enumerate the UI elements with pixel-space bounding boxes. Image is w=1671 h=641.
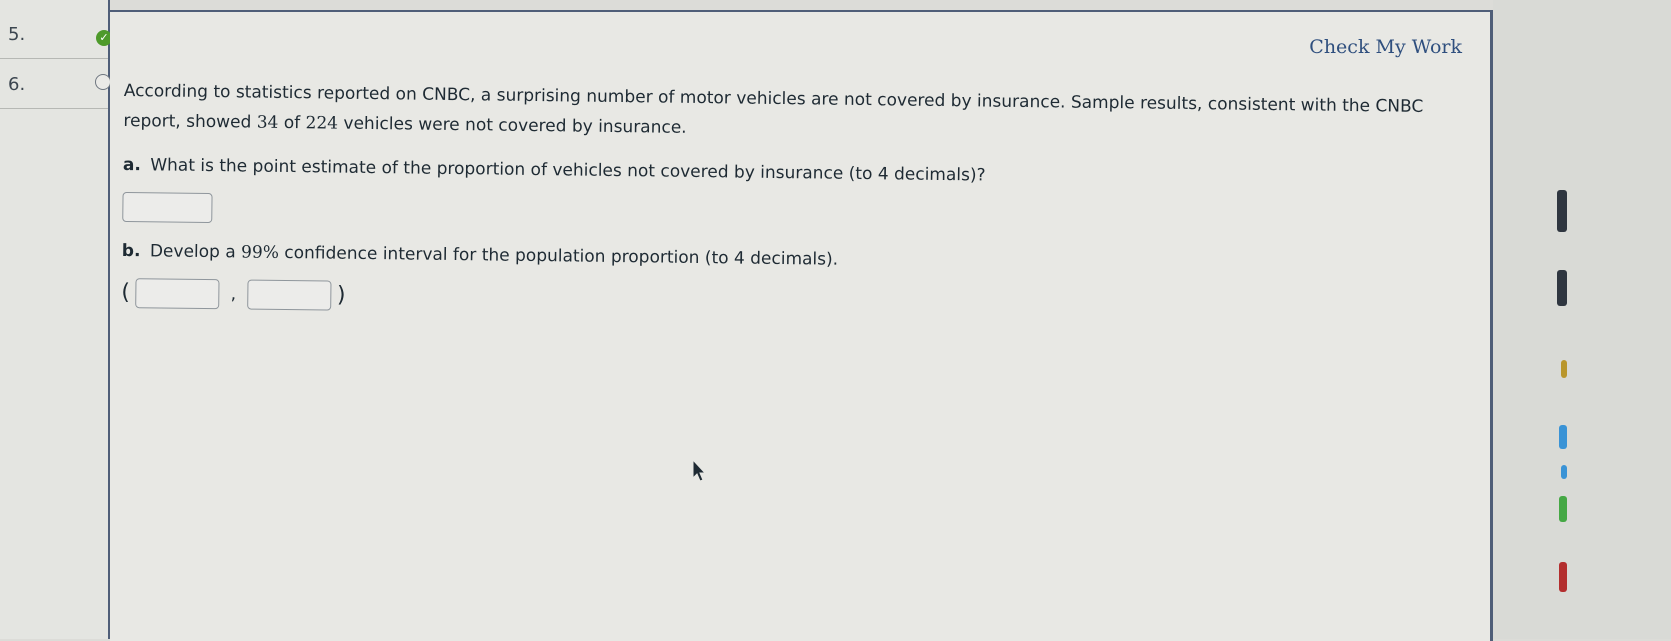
lower-bound-input[interactable] [135, 278, 220, 310]
question-intro: According to statistics reported on CNBC… [123, 80, 1424, 138]
edge-element [1561, 360, 1567, 378]
part-b-text-post: confidence interval for the population p… [278, 242, 839, 270]
question-body: According to statistics reported on CNBC… [121, 76, 1474, 324]
edge-element [1559, 425, 1567, 449]
screen-edge [1493, 0, 1671, 639]
confidence-interval-row: ( , ) [121, 278, 1471, 324]
edge-element [1557, 190, 1567, 232]
open-paren: ( [121, 279, 131, 306]
nav-item-question-5[interactable]: 5. ✓ [0, 10, 112, 59]
mouse-pointer-icon [692, 459, 706, 482]
part-a-answer-row [122, 191, 1472, 238]
edge-element [1559, 496, 1567, 522]
point-estimate-input[interactable] [122, 191, 213, 224]
sample-size-value: 224 [305, 113, 339, 134]
question-nav: 5. ✓ 6. [0, 0, 112, 639]
edge-element [1561, 465, 1567, 479]
part-b-text-pre: Develop a [149, 241, 242, 263]
part-a-letter: a. [122, 154, 141, 176]
edge-element [1559, 562, 1567, 592]
check-my-work-link[interactable]: Check My Work [1309, 36, 1462, 58]
nav-item-question-6[interactable]: 6. [0, 60, 111, 109]
interval-separator: , [230, 284, 237, 305]
close-paren: ) [336, 282, 346, 308]
part-b-letter: b. [121, 240, 141, 262]
confidence-level: 99% [240, 242, 280, 263]
part-a: a. What is the point estimate of the pro… [122, 150, 1473, 238]
nav-item-number: 6. [8, 74, 26, 95]
count-value: 34 [256, 112, 279, 133]
edge-element [1557, 270, 1567, 306]
part-b: b. Develop a 99% confidence interval for… [121, 236, 1472, 324]
upper-bound-input[interactable] [247, 279, 332, 311]
empty-circle-icon [95, 74, 111, 90]
question-panel: Check My Work According to statistics re… [110, 10, 1493, 641]
nav-item-number: 5. [8, 24, 26, 45]
part-a-text: What is the point estimate of the propor… [150, 155, 986, 186]
